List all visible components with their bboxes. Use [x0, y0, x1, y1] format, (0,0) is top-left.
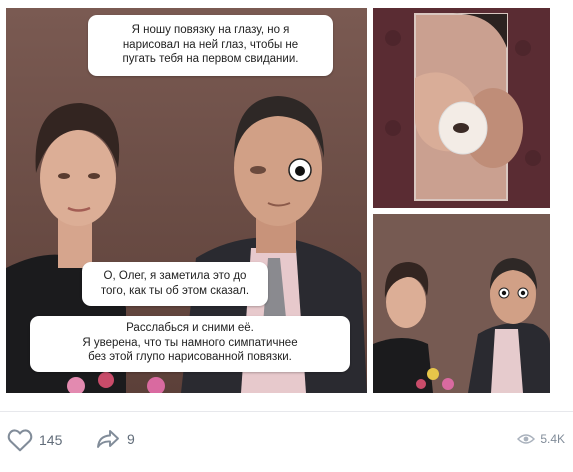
side-image-bottom[interactable]	[373, 214, 550, 393]
eye-icon	[517, 434, 536, 444]
footer-divider	[0, 411, 573, 412]
speech-bubble-bottom: Расслабься и сними её. Я уверена, что ты…	[30, 316, 350, 372]
speech-bubble-middle: О, Олег, я заметила это до того, как ты …	[82, 262, 268, 306]
hand-removing-eyepatch-illustration	[373, 8, 550, 208]
share-button[interactable]: 9	[95, 428, 135, 450]
views-count: 5.4K	[540, 432, 565, 446]
share-arrow-icon	[97, 430, 119, 448]
like-count: 145	[39, 432, 63, 448]
side-image-top[interactable]	[373, 8, 550, 208]
speech-bubble-top: Я ношу повязку на глазу, но я нарисовал …	[88, 15, 333, 76]
couple-portrait-small-illustration	[373, 214, 550, 393]
post-card: Я ношу повязку на глазу, но я нарисовал …	[0, 0, 573, 472]
share-count: 9	[127, 431, 135, 447]
views-counter: 5.4K	[517, 432, 565, 446]
heart-icon	[7, 429, 33, 452]
like-button[interactable]: 145	[7, 428, 62, 452]
